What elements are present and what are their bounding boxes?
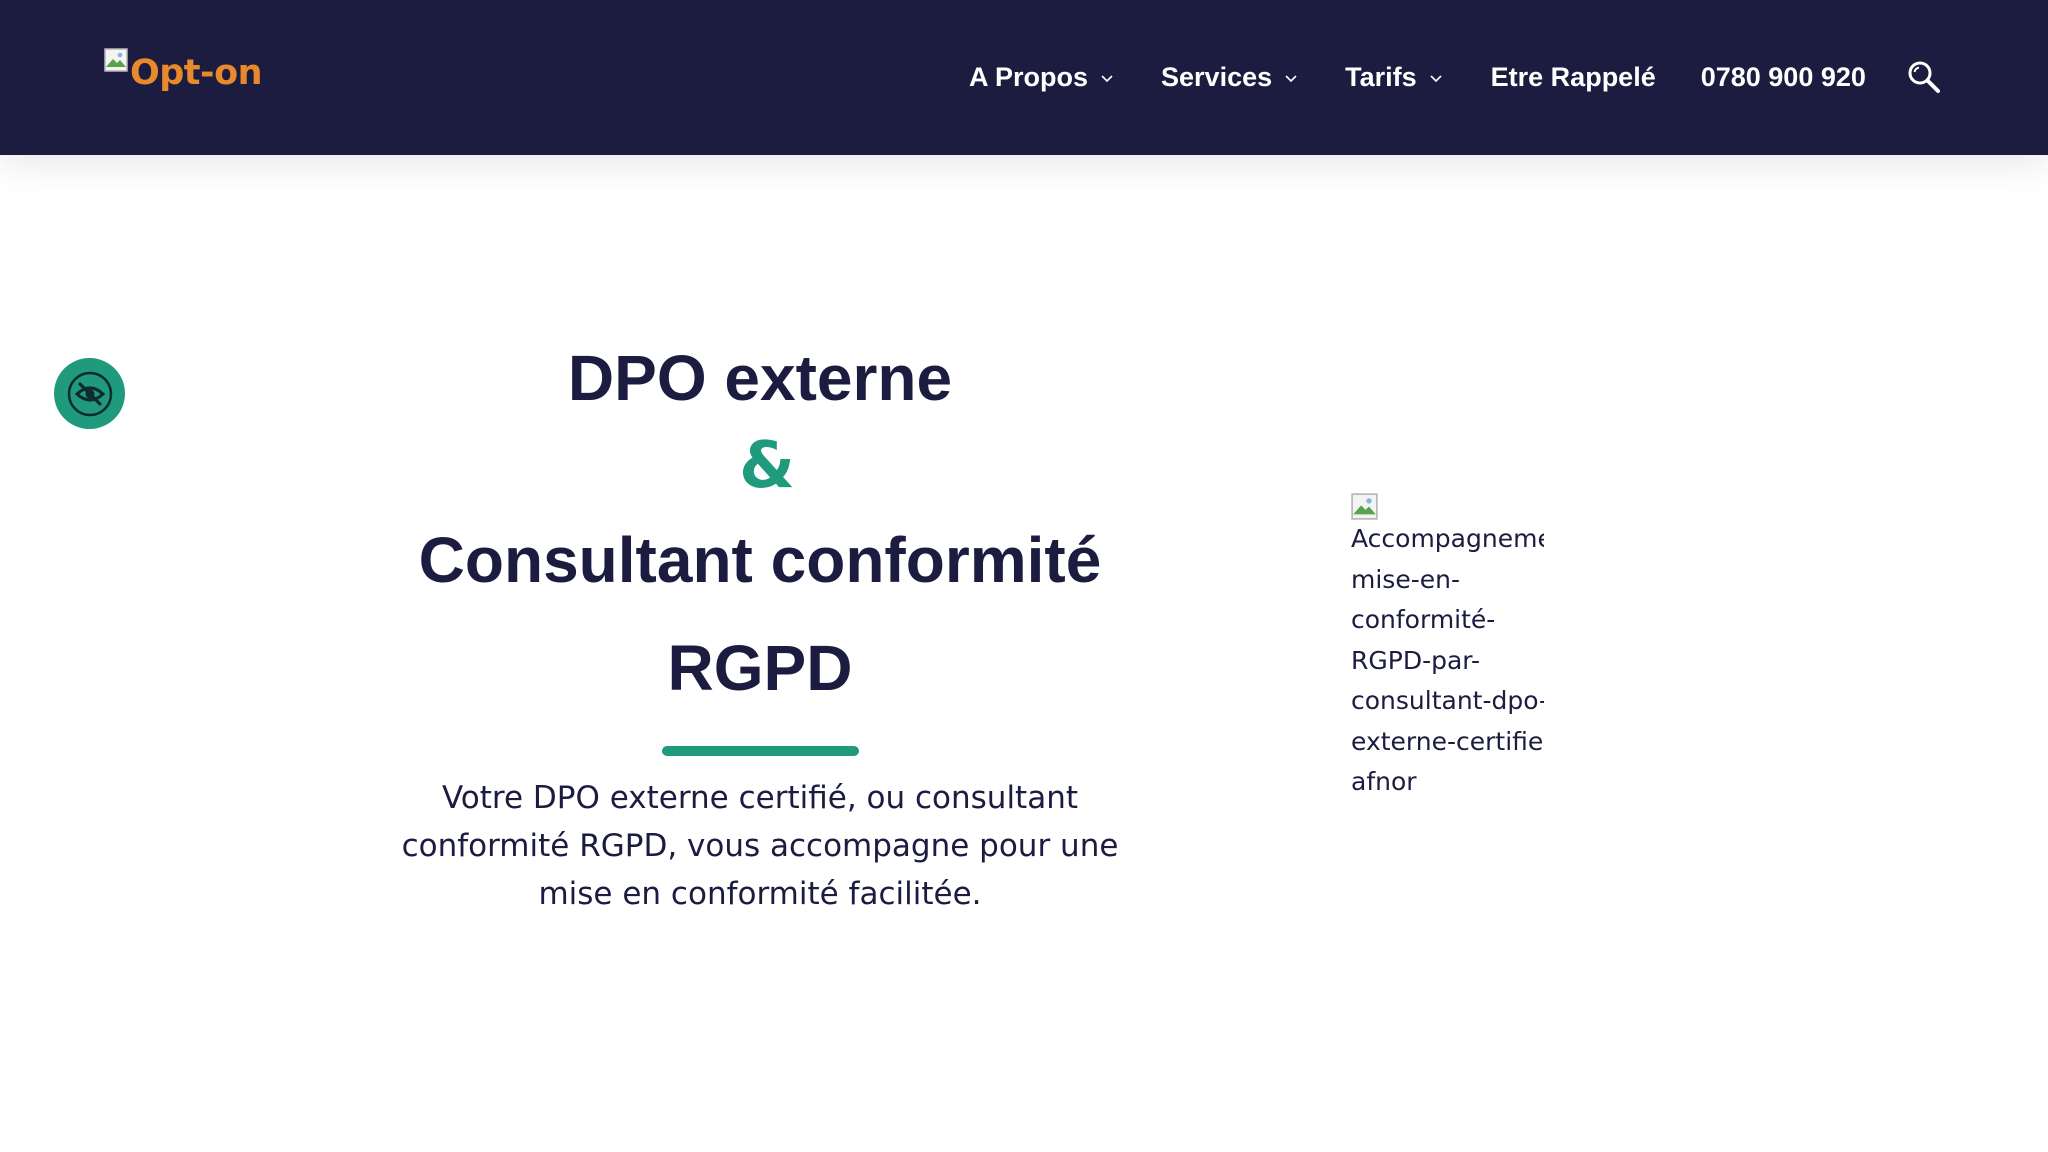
main-nav: A Propos Services Tarifs Etre Rappelé 07… — [969, 57, 1942, 97]
hero-text-column: DPO externe & Consultant conformité RGPD… — [360, 330, 1160, 918]
logo-alt-text: Opt-on — [130, 53, 263, 93]
chevron-down-icon — [1430, 75, 1442, 83]
nav-item-phone[interactable]: 0780 900 920 — [1701, 62, 1866, 93]
image-alt-line: RGPD-par- — [1351, 645, 1480, 675]
title-line-rgpd: RGPD — [667, 632, 853, 704]
chevron-down-icon — [1101, 75, 1113, 83]
accessibility-toggle-button[interactable] — [54, 358, 125, 429]
broken-image-icon — [104, 48, 128, 72]
search-icon — [1908, 61, 1940, 93]
nav-item-label: Etre Rappelé — [1490, 61, 1656, 92]
eye-slash-icon — [67, 371, 112, 416]
hero-subtitle: Votre DPO externe certifié, ou consultan… — [401, 780, 1119, 912]
title-line-dpo-externe: DPO externe — [567, 342, 953, 414]
title-ampersand: & — [739, 429, 795, 503]
nav-item-a-propos[interactable]: A Propos — [969, 62, 1115, 93]
page-title: DPO externe & Consultant conformité RGPD — [360, 330, 1160, 722]
title-divider — [661, 746, 859, 756]
nav-item-label: Tarifs — [1345, 61, 1417, 92]
site-header: Opt-on A Propos Services Tarifs Etre Rap… — [0, 0, 2048, 155]
nav-item-tarifs[interactable]: Tarifs — [1345, 62, 1444, 93]
logo-link[interactable]: Opt-on — [104, 48, 263, 93]
image-alt-line: conformité- — [1351, 605, 1496, 634]
image-alt-line: mise-en- — [1351, 564, 1460, 594]
nav-item-label: Services — [1161, 61, 1273, 92]
chevron-down-icon — [1285, 75, 1297, 83]
nav-item-label: A Propos — [969, 61, 1089, 92]
image-alt-line: afnor — [1351, 767, 1417, 796]
title-line-consultant: Consultant conformité — [418, 524, 1102, 596]
nav-item-services[interactable]: Services — [1161, 62, 1299, 93]
image-alt-line: externe-certifie- — [1351, 726, 1544, 756]
nav-item-etre-rappele[interactable]: Etre Rappelé — [1491, 62, 1656, 93]
broken-image-icon — [1351, 492, 1378, 520]
search-button[interactable] — [1906, 59, 1942, 95]
nav-item-label: 0780 900 920 — [1700, 61, 1866, 92]
hero-image-broken: Accompagnement- mise-en- conformité- RGP… — [1351, 492, 1544, 803]
image-alt-line: consultant-dpo- — [1351, 686, 1544, 715]
image-alt-line: Accompagnement- — [1351, 524, 1544, 553]
